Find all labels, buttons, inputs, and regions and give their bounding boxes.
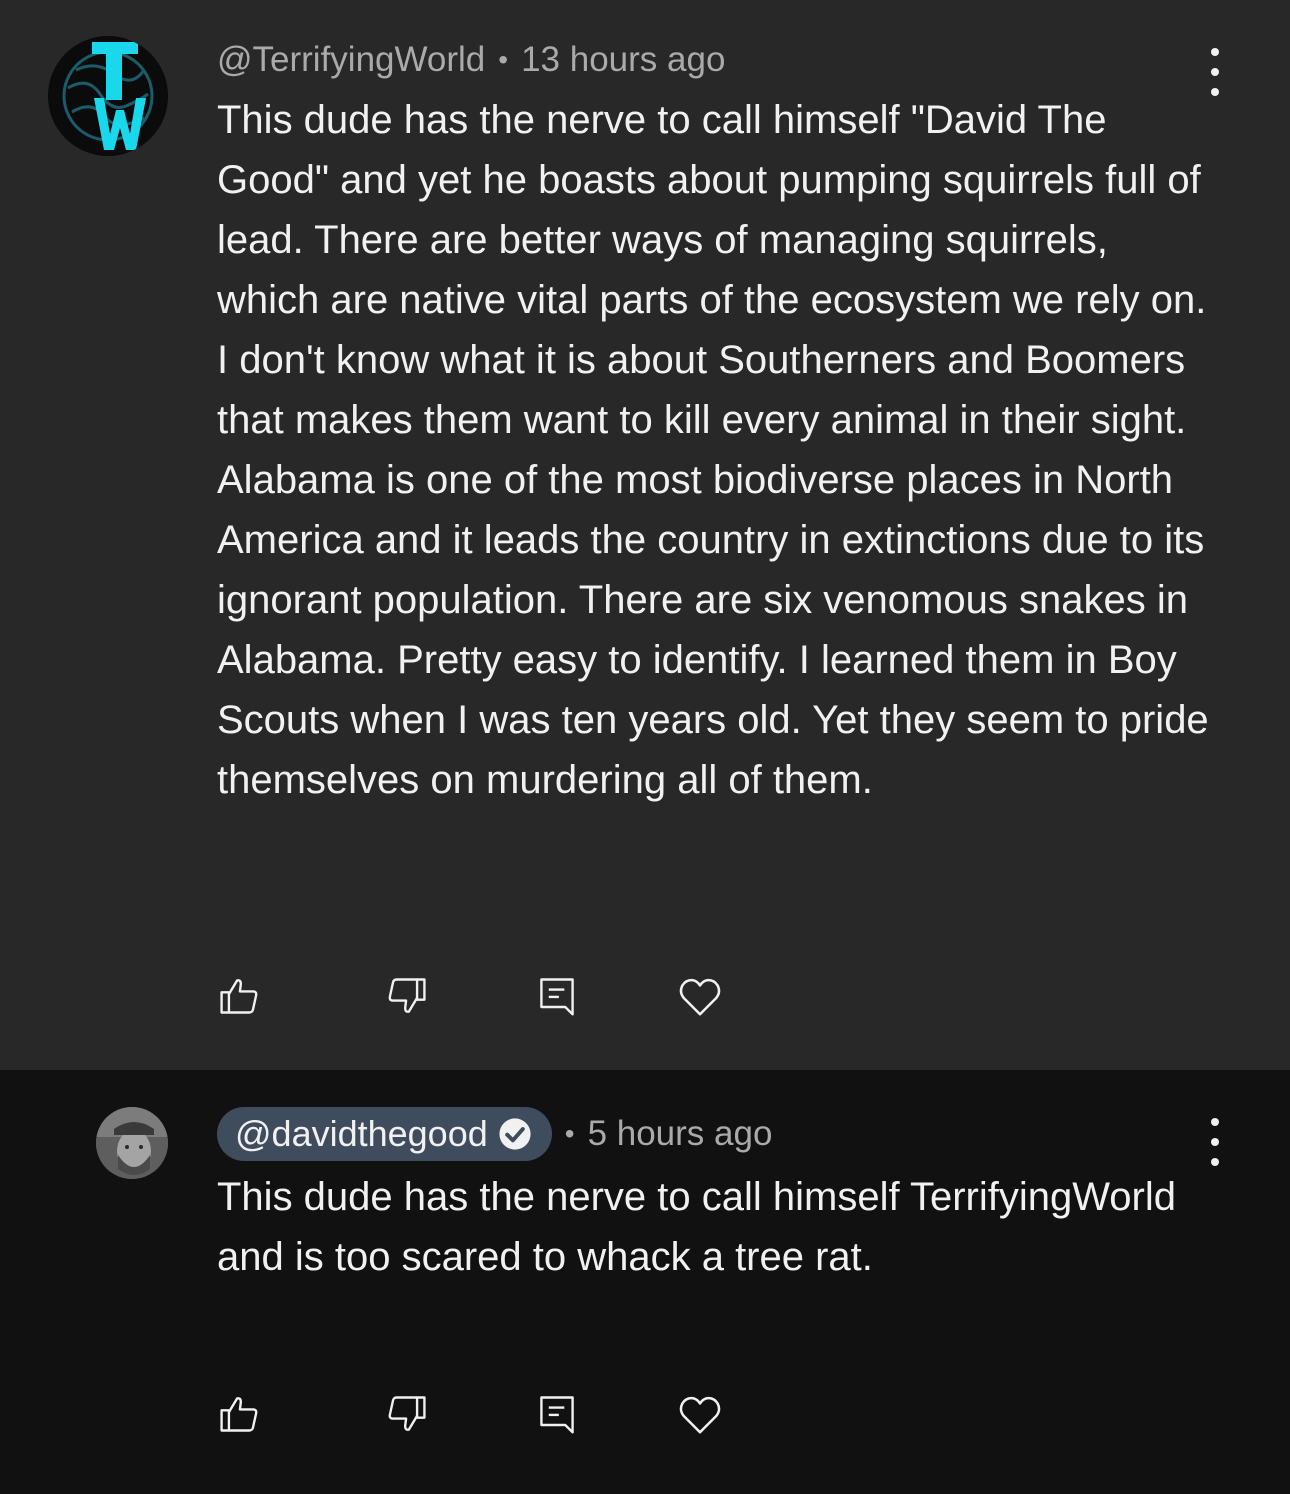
comment-terrifyingworld: @TerrifyingWorld • 13 hours ago This dud… [0, 0, 1290, 1070]
comment-meta: @davidthegood • 5 hours ago [217, 1106, 772, 1162]
user-photo-icon [96, 1107, 168, 1179]
meta-separator: • [564, 1118, 575, 1149]
comment-meta: @TerrifyingWorld • 13 hours ago [217, 38, 725, 82]
thumbs-down-icon[interactable] [385, 1392, 435, 1442]
reply-icon[interactable] [535, 974, 585, 1024]
comment-text: This dude has the nerve to call himself … [217, 1175, 1176, 1279]
kebab-dot [1211, 1138, 1219, 1146]
creator-author-chip[interactable]: @davidthegood [217, 1107, 552, 1161]
heart-icon[interactable] [677, 1392, 727, 1442]
thumbs-up-icon[interactable] [217, 1392, 267, 1442]
tw-logo-icon [48, 36, 168, 156]
kebab-dot [1211, 1118, 1219, 1126]
creator-avatar[interactable] [96, 1107, 168, 1179]
author-name[interactable]: @TerrifyingWorld [217, 40, 485, 80]
comment-actions [217, 1392, 737, 1442]
comment-timestamp: 5 hours ago [587, 1114, 773, 1153]
comment-timestamp: 13 hours ago [521, 40, 726, 79]
kebab-dot [1211, 1158, 1219, 1166]
thumbs-down-icon[interactable] [385, 974, 435, 1024]
author-name: @davidthegood [235, 1113, 488, 1154]
heart-icon[interactable] [677, 974, 727, 1024]
comment-actions [217, 974, 737, 1024]
verified-check-icon [499, 1118, 531, 1150]
comment-text: This dude has the nerve to call himself … [217, 98, 1209, 802]
kebab-dot [1211, 48, 1219, 56]
reply-icon[interactable] [535, 1392, 585, 1442]
thumbs-up-icon[interactable] [217, 974, 267, 1024]
meta-separator: • [498, 44, 509, 75]
channel-avatar[interactable] [48, 36, 168, 156]
comment-davidthegood: @davidthegood • 5 hours ago This dude ha… [0, 1070, 1290, 1494]
kebab-dot [1211, 68, 1219, 76]
more-options-button[interactable] [1196, 1114, 1234, 1170]
